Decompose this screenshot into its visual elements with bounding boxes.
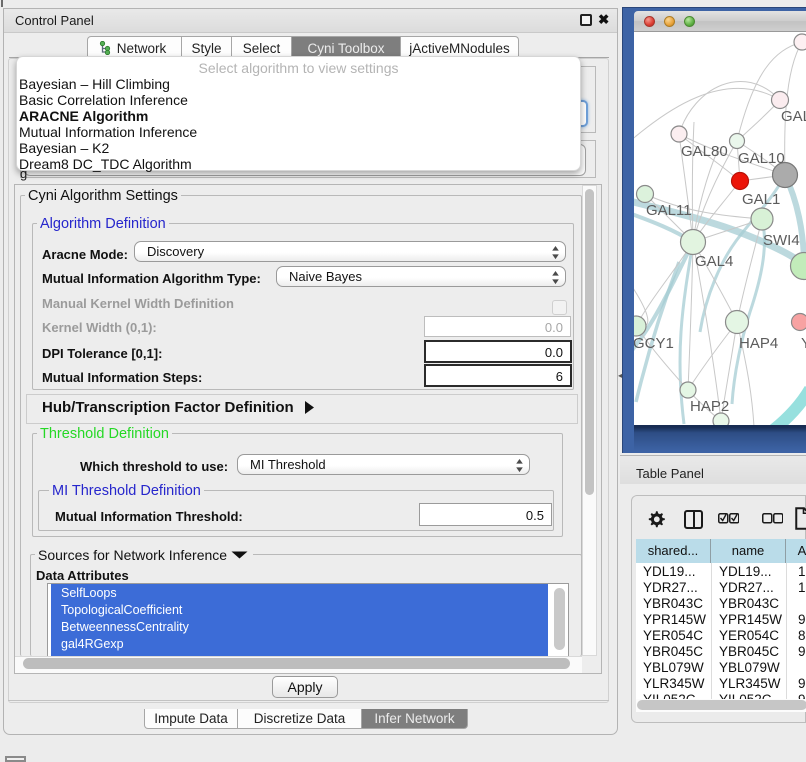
- svg-text:GAL80: GAL80: [681, 143, 728, 160]
- svg-text:GAL2: GAL2: [781, 108, 806, 125]
- svg-text:GAL1: GAL1: [742, 191, 780, 208]
- svg-text:HAP4: HAP4: [739, 335, 778, 352]
- svg-text:SWI4: SWI4: [763, 232, 800, 249]
- svg-text:GAL11: GAL11: [646, 202, 692, 219]
- svg-text:GAL10: GAL10: [738, 150, 785, 167]
- svg-text:YE: YE: [801, 335, 806, 352]
- svg-text:HAP2: HAP2: [690, 398, 729, 415]
- svg-text:GCY1: GCY1: [634, 335, 674, 352]
- svg-text:GAL4: GAL4: [695, 253, 733, 270]
